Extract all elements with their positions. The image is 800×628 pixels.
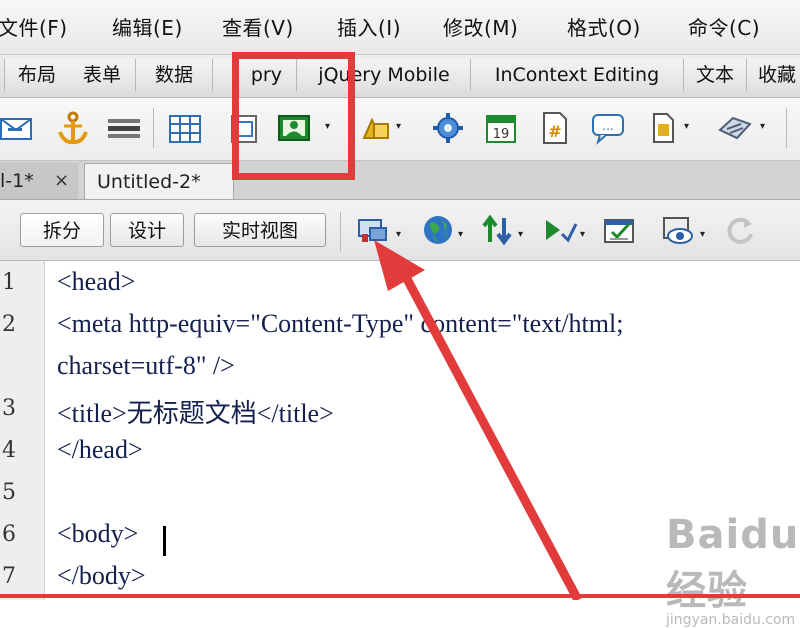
watermark-url: jingyan.baidu.com [666,612,796,628]
annotation-arrow [374,240,582,600]
annotation-line [0,594,800,598]
